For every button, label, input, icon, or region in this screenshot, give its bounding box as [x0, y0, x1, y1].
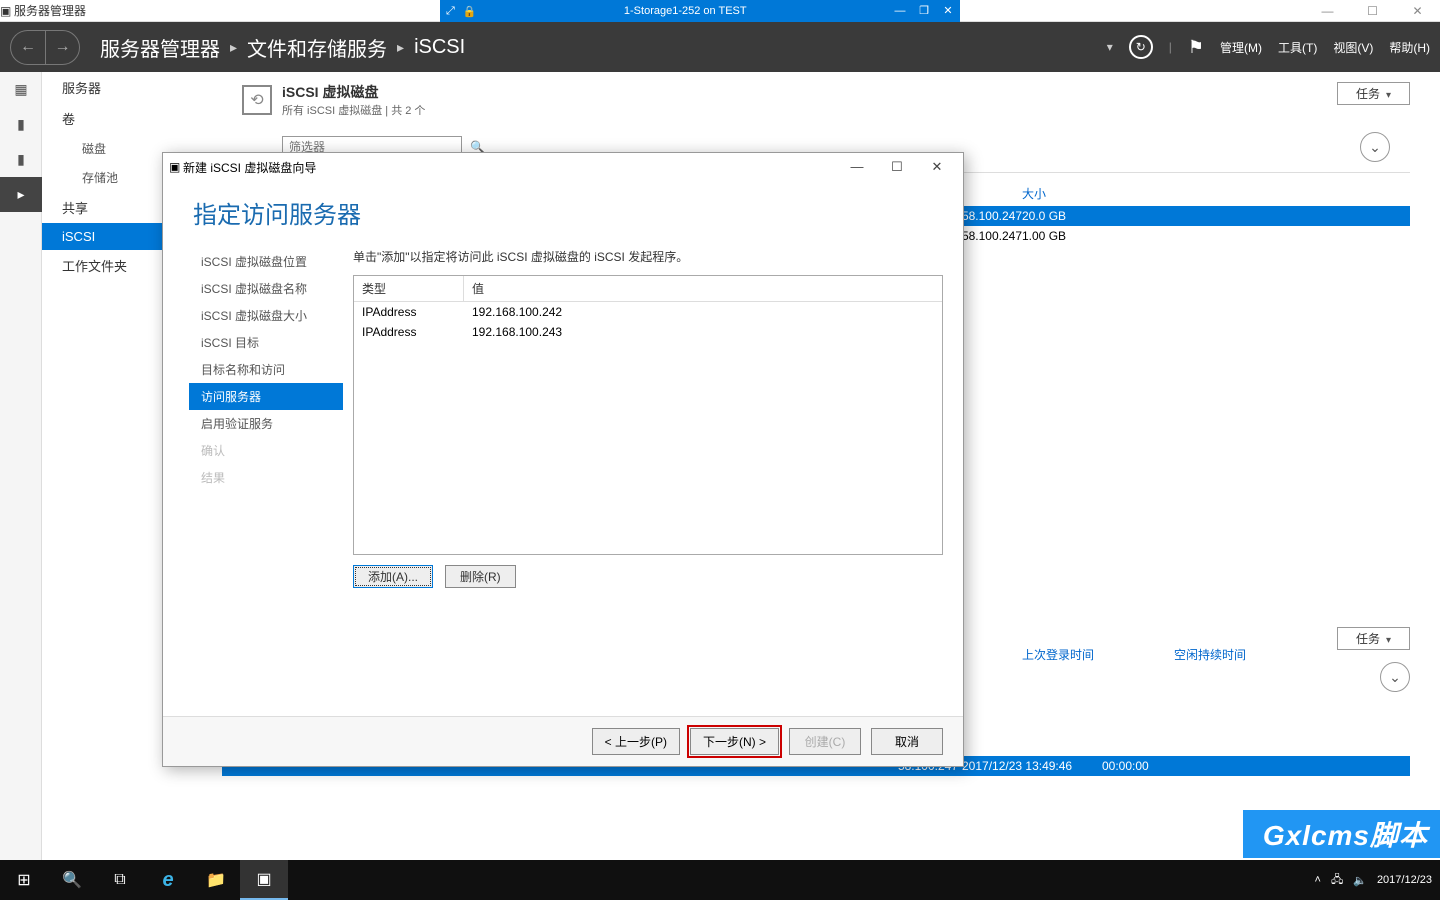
wizard-step-access[interactable]: 访问服务器: [189, 383, 343, 410]
vm-min-button[interactable]: —: [888, 2, 912, 20]
wizard-min-button[interactable]: —: [837, 155, 877, 179]
wizard-title: 新建 iSCSI 虚拟磁盘向导: [183, 159, 316, 176]
taskbar-search-button[interactable]: 🔍: [48, 860, 96, 900]
sidebar-item-servers[interactable]: 服务器: [42, 72, 222, 103]
dropdown-icon[interactable]: ▾: [1107, 40, 1113, 54]
tray-clock[interactable]: 2017/12/23: [1377, 874, 1432, 886]
session-time: 2017/12/23 13:49:46: [962, 759, 1102, 773]
col-size[interactable]: 大小: [1022, 185, 1112, 202]
sidebar-item-volumes[interactable]: 卷: [42, 103, 222, 134]
wizard-step-result: 结果: [193, 464, 343, 491]
tasks-dropdown[interactable]: 任务: [1337, 82, 1410, 105]
wizard-step-target-name[interactable]: 目标名称和访问: [193, 356, 343, 383]
wizard-close-button[interactable]: ✕: [917, 155, 957, 179]
expand-toggle-button[interactable]: ⌄: [1360, 132, 1390, 162]
nav-back-button[interactable]: ←: [10, 30, 45, 65]
breadcrumb-2[interactable]: 文件和存储服务: [247, 33, 387, 62]
start-button[interactable]: ⊞: [0, 860, 48, 900]
rail-local-icon[interactable]: ▮: [0, 107, 42, 142]
outer-close-button[interactable]: ✕: [1395, 0, 1440, 22]
initiator-row[interactable]: IPAddress 192.168.100.243: [354, 322, 942, 342]
menu-view[interactable]: 视图(V): [1333, 39, 1373, 56]
taskbar: ⊞ 🔍 ⧉ e 📁 ▣ ˄ 🖧 🔈 2017/12/23: [0, 860, 1440, 900]
refresh-button[interactable]: ↻: [1129, 35, 1153, 59]
breadcrumb: 服务器管理器 ▸ 文件和存储服务 ▸ iSCSI: [100, 33, 465, 62]
app-icon: ▣: [0, 4, 14, 18]
taskbar-server-manager[interactable]: ▣: [240, 860, 288, 900]
next-button[interactable]: 下一步(N) >: [690, 728, 779, 755]
prev-button[interactable]: < 上一步(P): [592, 728, 680, 755]
chevron-down-icon: [1386, 87, 1391, 101]
create-button: 创建(C): [789, 728, 861, 755]
pin-icon[interactable]: ⤢: [446, 5, 455, 18]
cancel-button[interactable]: 取消: [871, 728, 943, 755]
menu-help[interactable]: 帮助(H): [1389, 39, 1430, 56]
initiator-row[interactable]: IPAddress 192.168.100.242: [354, 302, 942, 322]
outer-max-button[interactable]: ☐: [1350, 0, 1395, 22]
cell-type: IPAddress: [354, 302, 464, 322]
rail-storage-icon[interactable]: ▸: [0, 177, 42, 212]
nav-rail: ▦ ▮ ▮ ▸: [0, 72, 42, 860]
remove-button[interactable]: 删除(R): [445, 565, 516, 588]
tray-overflow-icon[interactable]: ˄: [1315, 874, 1321, 886]
cell-type: IPAddress: [354, 322, 464, 342]
vm-label: 1-Storage1-252 on TEST: [483, 5, 888, 17]
col-last-login: 上次登录时间: [1022, 646, 1094, 663]
wizard-max-button[interactable]: ☐: [877, 155, 917, 179]
col-type[interactable]: 类型: [354, 276, 464, 301]
add-button[interactable]: 添加(A)...: [353, 565, 433, 588]
taskbar-ie[interactable]: e: [144, 860, 192, 900]
cell-value: 192.168.100.242: [464, 302, 570, 322]
initiator-table: 类型 值 IPAddress 192.168.100.242 IPAddress…: [353, 275, 943, 555]
section-title: iSCSI 虚拟磁盘: [282, 82, 425, 102]
breadcrumb-sep-icon: ▸: [230, 39, 237, 56]
nav-forward-button[interactable]: →: [45, 30, 80, 65]
taskbar-explorer[interactable]: 📁: [192, 860, 240, 900]
vm-titlebar: ⤢ 🔒 1-Storage1-252 on TEST — ❐ ✕: [440, 0, 960, 22]
tray-volume-icon[interactable]: 🔈: [1353, 874, 1367, 887]
watermark: Gxlcms脚本: [1243, 810, 1440, 858]
wizard-step-size[interactable]: iSCSI 虚拟磁盘大小: [193, 302, 343, 329]
row-size: 1.00 GB: [1022, 229, 1112, 243]
wizard-description: 单击"添加"以指定将访问此 iSCSI 虚拟磁盘的 iSCSI 发起程序。: [353, 248, 943, 265]
tray-network-icon[interactable]: 🖧: [1331, 871, 1343, 890]
section-subtitle: 所有 iSCSI 虚拟磁盘 | 共 2 个: [282, 102, 425, 118]
breadcrumb-3[interactable]: iSCSI: [414, 36, 465, 59]
lock-icon[interactable]: 🔒: [463, 5, 477, 18]
tasks-label: 任务: [1356, 85, 1380, 102]
flag-icon[interactable]: ⚑: [1188, 37, 1204, 58]
vm-max-button[interactable]: ❐: [912, 2, 936, 20]
wizard-steps: iSCSI 虚拟磁盘位置 iSCSI 虚拟磁盘名称 iSCSI 虚拟磁盘大小 i…: [163, 248, 343, 716]
session-idle: 00:00:00: [1102, 759, 1149, 773]
wizard-step-confirm: 确认: [193, 437, 343, 464]
wizard-step-target[interactable]: iSCSI 目标: [193, 329, 343, 356]
breadcrumb-1[interactable]: 服务器管理器: [100, 33, 220, 62]
wizard-icon: ▣: [169, 160, 183, 174]
window-title: 服务器管理器: [14, 2, 86, 19]
rail-dashboard-icon[interactable]: ▦: [0, 72, 42, 107]
wizard-step-auth[interactable]: 启用验证服务: [193, 410, 343, 437]
menu-tools[interactable]: 工具(T): [1278, 39, 1317, 56]
wizard-step-name[interactable]: iSCSI 虚拟磁盘名称: [193, 275, 343, 302]
task-view-button[interactable]: ⧉: [96, 860, 144, 900]
row-size: 20.0 GB: [1022, 209, 1112, 223]
cell-value: 192.168.100.243: [464, 322, 570, 342]
wizard-dialog: ▣ 新建 iSCSI 虚拟磁盘向导 — ☐ ✕ 指定访问服务器 iSCSI 虚拟…: [162, 152, 964, 767]
col-idle: 空闲持续时间: [1174, 646, 1246, 663]
wizard-step-location[interactable]: iSCSI 虚拟磁盘位置: [193, 248, 343, 275]
outer-min-button[interactable]: —: [1305, 0, 1350, 22]
rail-all-icon[interactable]: ▮: [0, 142, 42, 177]
menu-manage[interactable]: 管理(M): [1220, 39, 1262, 56]
breadcrumb-sep-icon: ▸: [397, 39, 404, 56]
vm-close-button[interactable]: ✕: [936, 2, 960, 20]
col-value[interactable]: 值: [464, 276, 942, 301]
wizard-heading: 指定访问服务器: [163, 181, 963, 248]
section-icon: ⟲: [242, 85, 272, 115]
